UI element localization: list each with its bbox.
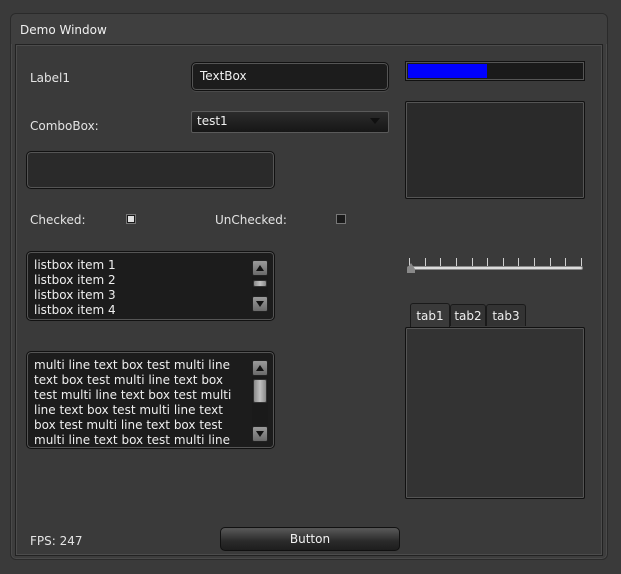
unchecked-label: UnChecked: [215, 213, 287, 227]
right-panel [405, 101, 585, 199]
slider-track[interactable] [407, 266, 583, 270]
listbox-scrollbar[interactable] [252, 260, 268, 312]
demo-window: Demo Window Label1 TextBox ComboBox: tes… [10, 13, 608, 560]
fps-label: FPS: 247 [30, 534, 83, 548]
window-titlebar[interactable]: Demo Window [11, 14, 607, 44]
multiline-textbox[interactable]: multi line text box test multi line text… [26, 351, 275, 449]
slider-tick [550, 258, 551, 266]
slider-tick [534, 258, 535, 266]
main-button[interactable]: Button [220, 527, 400, 551]
textbox-input[interactable]: TextBox [191, 62, 389, 91]
window-client-area: Label1 TextBox ComboBox: test1 Checked: … [15, 44, 603, 556]
multiline-scrollbar[interactable] [252, 360, 268, 442]
slider-tick [425, 258, 426, 266]
combobox-label: ComboBox: [30, 119, 99, 133]
scroll-up-button[interactable] [252, 360, 268, 376]
scroll-thumb[interactable] [253, 379, 267, 403]
slider-tick [472, 258, 473, 266]
slider-tick [503, 258, 504, 266]
listbox-items: listbox item 1 listbox item 2 listbox it… [34, 258, 116, 318]
arrow-down-icon [256, 301, 264, 307]
progress-bar [405, 61, 585, 81]
tab-tab2[interactable]: tab2 [450, 304, 486, 326]
checked-label: Checked: [30, 213, 86, 227]
label1: Label1 [30, 71, 71, 85]
combobox-selected: test1 [197, 114, 228, 128]
unchecked-checkbox[interactable] [336, 214, 346, 224]
window-title: Demo Window [20, 23, 107, 37]
arrow-down-icon [256, 431, 264, 437]
slider[interactable] [407, 255, 583, 275]
listbox[interactable]: listbox item 1 listbox item 2 listbox it… [26, 251, 275, 321]
scroll-down-button[interactable] [252, 296, 268, 312]
list-item[interactable]: listbox item 2 [34, 273, 116, 288]
scroll-up-button[interactable] [252, 260, 268, 276]
slider-tick [581, 258, 582, 266]
list-item[interactable]: listbox item 4 [34, 303, 116, 318]
progress-fill [408, 64, 487, 78]
slider-handle[interactable] [407, 263, 415, 273]
list-item[interactable]: listbox item 1 [34, 258, 116, 273]
checked-checkbox[interactable] [126, 214, 136, 224]
list-item[interactable]: listbox item 3 [34, 288, 116, 303]
slider-tick [565, 258, 566, 266]
scroll-thumb[interactable] [253, 280, 267, 287]
arrow-up-icon [256, 265, 264, 271]
combobox[interactable]: test1 [191, 111, 389, 133]
scroll-down-button[interactable] [252, 426, 268, 442]
textbox-value: TextBox [200, 69, 247, 83]
tab-content-panel [405, 327, 585, 499]
slider-tick [487, 258, 488, 266]
tab-tab1[interactable]: tab1 [410, 303, 450, 328]
slider-tick [518, 258, 519, 266]
multiline-text: multi line text box test multi line text… [34, 358, 232, 447]
chevron-down-icon[interactable] [370, 118, 380, 124]
slider-tick [456, 258, 457, 266]
slider-tick [440, 258, 441, 266]
empty-textbox[interactable] [26, 151, 275, 189]
arrow-up-icon [256, 365, 264, 371]
tab-tab3[interactable]: tab3 [486, 304, 526, 326]
